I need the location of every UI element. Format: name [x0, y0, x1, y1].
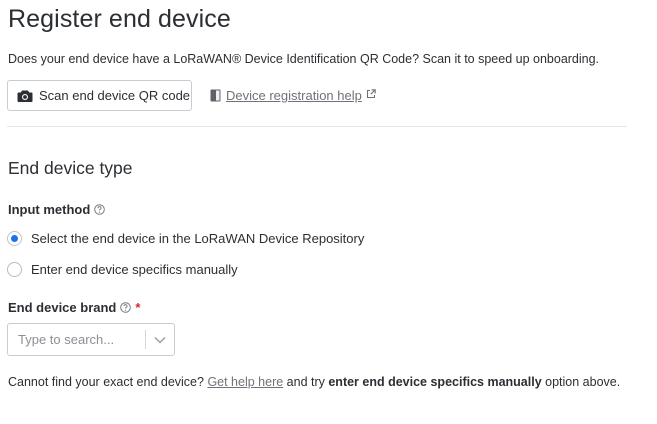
- scan-qr-code-button[interactable]: Scan end device QR code: [7, 80, 192, 111]
- help-link-label: Device registration help: [226, 88, 362, 103]
- radio-repository[interactable]: Select the end device in the LoRaWAN Dev…: [7, 231, 364, 246]
- footer-bold-text: enter end device specifics manually: [328, 375, 542, 389]
- input-method-label: Input method: [8, 202, 106, 217]
- brand-search-placeholder[interactable]: Type to search...: [8, 332, 145, 347]
- external-link-icon: [366, 88, 376, 99]
- chevron-down-icon[interactable]: [146, 336, 174, 344]
- get-help-link[interactable]: Get help here: [207, 375, 283, 389]
- radio-repository-label: Select the end device in the LoRaWAN Dev…: [31, 231, 365, 246]
- page-title: Register end device: [8, 5, 231, 33]
- camera-icon: [17, 89, 33, 103]
- end-device-brand-select[interactable]: Type to search...: [7, 323, 175, 356]
- radio-manual[interactable]: Enter end device specifics manually: [7, 262, 238, 277]
- section-divider: [7, 126, 627, 127]
- section-title: End device type: [8, 158, 133, 178]
- scan-button-label: Scan end device QR code: [39, 88, 191, 103]
- footer-suffix: option above.: [541, 375, 621, 389]
- book-icon: [210, 89, 221, 102]
- footer-middle: and try: [283, 375, 329, 389]
- radio-manual-label: Enter end device specifics manually: [31, 262, 238, 277]
- brand-label-text: End device brand: [8, 300, 117, 315]
- input-method-label-text: Input method: [8, 202, 91, 217]
- question-circle-icon[interactable]: [94, 204, 106, 215]
- page-subtitle: Does your end device have a LoRaWAN® Dev…: [8, 52, 600, 66]
- radio-button-unchecked[interactable]: [7, 262, 22, 277]
- radio-button-checked[interactable]: [7, 231, 22, 246]
- required-asterisk: *: [135, 300, 141, 315]
- end-device-brand-label: End device brand *: [8, 300, 140, 315]
- footer-prefix: Cannot find your exact end device?: [8, 375, 208, 389]
- device-registration-help-link[interactable]: Device registration help: [210, 88, 376, 103]
- footer-help-text: Cannot find your exact end device? Get h…: [8, 375, 620, 389]
- question-circle-icon[interactable]: [120, 302, 132, 313]
